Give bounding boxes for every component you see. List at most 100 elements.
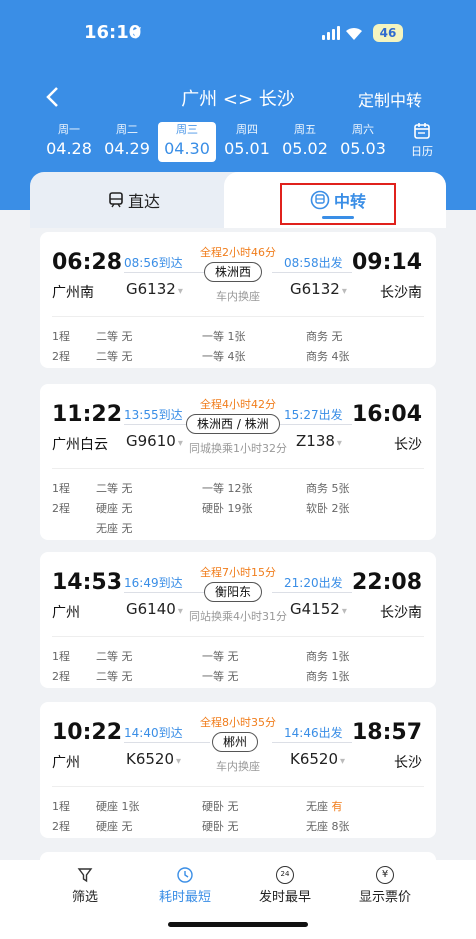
- date-item[interactable]: 周二 04.29: [98, 122, 156, 162]
- leg-label: 1程: [52, 330, 70, 343]
- location-arrow-icon: [129, 27, 141, 39]
- route-card[interactable]: 11:22 广州白云 13:55到达 全程4小时42分 15:27出发 株洲西 …: [40, 384, 436, 540]
- train-number-1[interactable]: G6140: [126, 600, 183, 618]
- bottom-toolbar: 筛选 耗时最短 24 发时最早 ¥ 显示票价: [0, 860, 476, 939]
- seat-class: 商务 5张: [306, 482, 350, 495]
- date-value: 05.03: [340, 139, 386, 158]
- leg1-arrive-time: 13:55到达: [124, 408, 183, 422]
- date-value: 05.02: [282, 139, 328, 158]
- train-number-1[interactable]: G6132: [126, 280, 183, 298]
- departure-station: 广州南: [52, 285, 94, 301]
- route-line: [272, 424, 352, 425]
- leg1-arrive-time: 16:49到达: [124, 576, 183, 590]
- total-duration: 全程8小时35分: [200, 716, 276, 729]
- seat-availability: 1程 二等 无 一等 1张 商务 无 2程 二等 无 一等 4张 商务 4张: [52, 328, 424, 368]
- date-selector: 周一 04.28 周二 04.29 周三 04.30 周四 05.01 周五 0…: [40, 122, 440, 162]
- seat-row: 1程 二等 无 一等 12张 商务 5张: [52, 480, 424, 500]
- leg-label: 2程: [52, 820, 70, 833]
- transfer-station: 郴州: [212, 732, 259, 752]
- seat-class: 二等 无: [96, 350, 133, 363]
- leg2-depart-time: 14:46出发: [284, 726, 343, 740]
- date-weekday: 周五: [294, 123, 316, 136]
- transfer-station: 株洲西 / 株洲: [186, 414, 280, 434]
- seat-class: 一等 12张: [202, 482, 253, 495]
- date-item[interactable]: 周五 05.02: [276, 122, 334, 162]
- train-number-2[interactable]: K6520: [290, 750, 345, 768]
- seat-class: 商务 4张: [306, 350, 350, 363]
- seat-class: 无座 无: [96, 522, 133, 535]
- home-indicator: [168, 922, 308, 927]
- show-price-label: 显示票价: [358, 890, 411, 905]
- departure-station: 广州白云: [52, 437, 108, 453]
- arrival-station: 长沙南: [380, 605, 422, 621]
- annotation-highlight-box: [280, 183, 396, 225]
- leg1-arrive-time: 08:56到达: [124, 256, 183, 270]
- arrival-station: 长沙: [394, 755, 422, 771]
- sort-shortest-button[interactable]: 耗时最短: [140, 866, 230, 905]
- date-weekday: 周四: [236, 123, 258, 136]
- custom-transfer-button[interactable]: 定制中转: [358, 87, 422, 111]
- divider: [52, 316, 424, 317]
- seat-class: 一等 无: [202, 650, 239, 663]
- seat-row: 2程 二等 无 一等 无 商务 1张: [52, 668, 424, 688]
- nav-bar: 广州 <> 长沙 定制中转: [0, 82, 476, 112]
- train-number-1[interactable]: K6520: [126, 750, 181, 768]
- leg2-depart-time: 21:20出发: [284, 576, 343, 590]
- tab-direct[interactable]: 直达: [108, 188, 160, 212]
- status-bar: 16:10 46: [0, 20, 476, 50]
- tab-direct-label: 直达: [128, 192, 161, 211]
- seat-row: 2程 二等 无 一等 4张 商务 4张: [52, 348, 424, 368]
- seat-class-label: 无座: [306, 800, 332, 813]
- seat-class: 商务 1张: [306, 650, 350, 663]
- departure-time: 14:53: [52, 570, 123, 595]
- transfer-station: 株洲西: [204, 262, 263, 282]
- arrival-time: 16:04: [351, 402, 422, 427]
- seat-class: 硬卧 无: [202, 800, 239, 813]
- route-line: [272, 272, 352, 273]
- date-value: 04.28: [46, 139, 92, 158]
- departure-time: 10:22: [52, 720, 123, 745]
- total-duration: 全程2小时46分: [200, 246, 276, 259]
- date-weekday: 周三: [176, 123, 198, 136]
- sort-earliest-button[interactable]: 24 发时最早: [240, 866, 330, 905]
- date-item[interactable]: 周六 05.03: [334, 122, 392, 162]
- seat-class: 硬座 无: [96, 502, 133, 515]
- seat-class: 二等 无: [96, 330, 133, 343]
- train-number-2[interactable]: Z138: [296, 432, 342, 450]
- seat-class: 一等 4张: [202, 350, 246, 363]
- seat-row: 1程 二等 无 一等 1张 商务 无: [52, 328, 424, 348]
- leg-label: 2程: [52, 350, 70, 363]
- calendar-button[interactable]: 日历: [402, 122, 442, 162]
- date-value: 04.30: [164, 139, 210, 158]
- leg-label: 2程: [52, 670, 70, 683]
- leg-label: 2程: [52, 502, 70, 515]
- route-line: [272, 592, 352, 593]
- route-card[interactable]: 10:22 广州 14:40到达 全程8小时35分 14:46出发 郴州 车内换…: [40, 702, 436, 838]
- filter-button[interactable]: 筛选: [40, 866, 130, 905]
- arrival-time: 09:14: [351, 250, 422, 275]
- filter-label: 筛选: [71, 890, 98, 905]
- seat-class: 商务 无: [306, 330, 343, 343]
- seat-class: 一等 1张: [202, 330, 246, 343]
- seat-availability: 1程 硬座 1张 硬卧 无 无座 有 2程 硬座 无 硬卧 无 无座 8张: [52, 798, 424, 838]
- route-card[interactable]: 14:53 广州 16:49到达 全程7小时15分 21:20出发 衡阳东 同站…: [40, 552, 436, 688]
- date-item[interactable]: 周四 05.01: [218, 122, 276, 162]
- train-number-2[interactable]: G4152: [290, 600, 347, 618]
- date-item-selected[interactable]: 周三 04.30: [158, 122, 216, 162]
- leg1-arrive-time: 14:40到达: [124, 726, 183, 740]
- departure-time: 06:28: [52, 250, 123, 275]
- train-icon: [109, 192, 123, 208]
- divider: [52, 468, 424, 469]
- divider: [52, 786, 424, 787]
- seat-row: 无座 无: [52, 520, 424, 540]
- train-number-1[interactable]: G9610: [126, 432, 183, 450]
- 24h-icon: 24: [276, 866, 294, 884]
- arrival-station: 长沙南: [380, 285, 422, 301]
- filter-icon: [77, 868, 93, 883]
- seat-class: 无座 有: [306, 798, 343, 814]
- date-item[interactable]: 周一 04.28: [40, 122, 98, 162]
- show-price-button[interactable]: ¥ 显示票价: [340, 866, 430, 905]
- train-number-2[interactable]: G6132: [290, 280, 347, 298]
- route-card[interactable]: 06:28 广州南 08:56到达 全程2小时46分 08:58出发 株洲西 车…: [40, 232, 436, 368]
- seat-available-badge: 有: [331, 800, 343, 813]
